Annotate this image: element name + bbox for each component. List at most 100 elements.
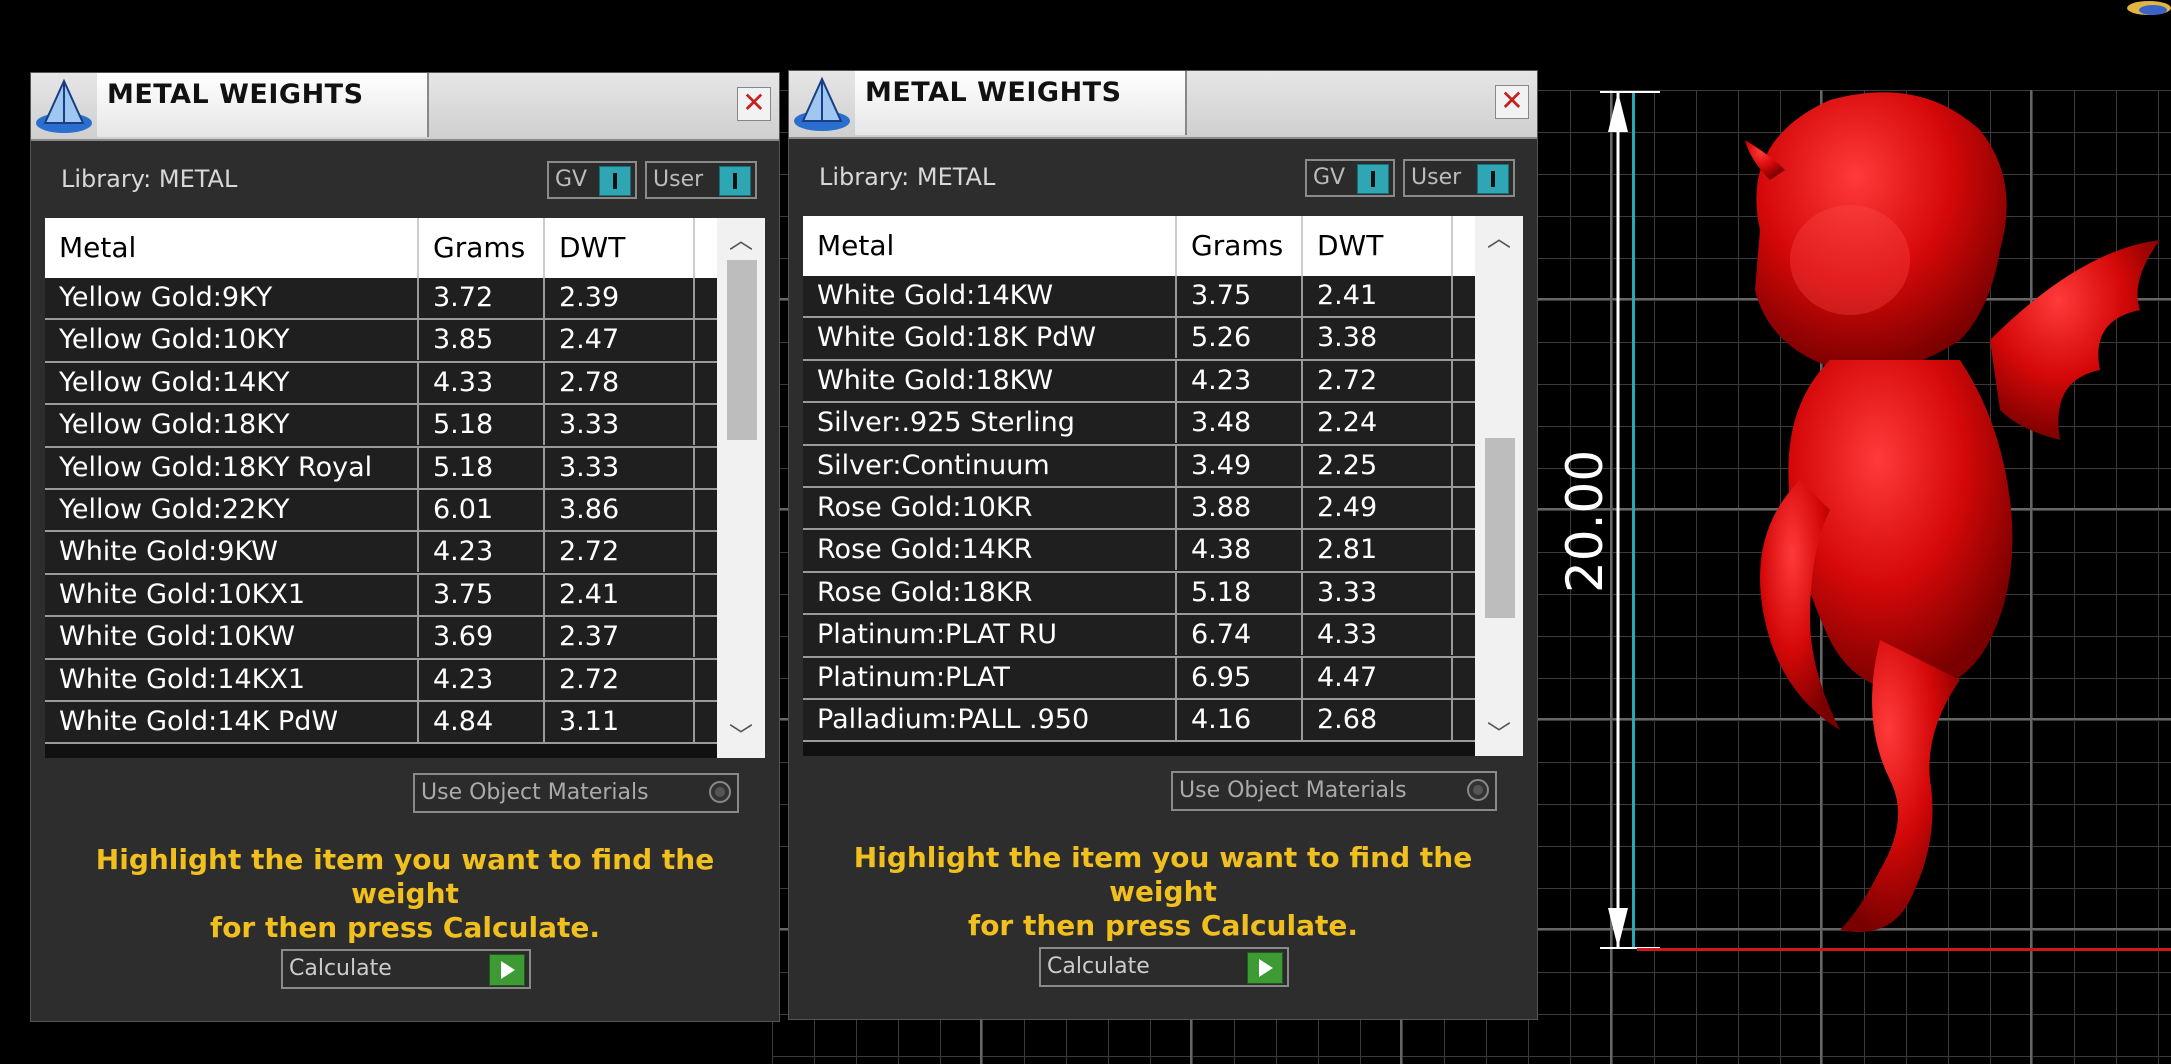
gv-toggle[interactable]: GV <box>1305 159 1395 197</box>
column-header-dwt[interactable]: DWT <box>545 218 695 278</box>
metal-cell: Rose Gold:18KR <box>803 572 1177 613</box>
column-header-grams[interactable]: Grams <box>1177 216 1303 276</box>
instruction-line-1: Highlight the item you want to find the … <box>853 841 1473 908</box>
metal-cell: Rose Gold:10KR <box>803 487 1177 528</box>
user-toggle[interactable]: User <box>645 161 757 199</box>
table-row[interactable]: White Gold:10KW 3.69 2.37 <box>45 617 717 660</box>
table-row[interactable]: Rose Gold:18KR 5.18 3.33 <box>803 572 1475 616</box>
grams-cell: 4.84 <box>419 701 545 742</box>
table-row[interactable]: Platinum:PLAT 6.95 4.47 <box>803 657 1475 700</box>
dwt-cell: 2.39 <box>545 278 695 318</box>
table-row[interactable]: Platinum:PLAT RU 6.74 4.33 <box>803 615 1475 658</box>
play-icon[interactable] <box>489 954 525 986</box>
table-row[interactable]: White Gold:18KW 4.23 2.72 <box>803 360 1475 404</box>
chevron-down-icon[interactable]: ﹀ <box>1475 714 1523 754</box>
gv-toggle[interactable]: GV <box>547 161 637 199</box>
titlebar[interactable]: METAL WEIGHTS ✕ <box>789 71 1537 139</box>
grams-cell: 4.23 <box>419 532 545 573</box>
radio-icon[interactable] <box>709 781 731 803</box>
column-header-dwt[interactable]: DWT <box>1303 216 1453 276</box>
toggle-switch-icon <box>1357 164 1389 194</box>
grams-cell: 6.74 <box>1177 615 1303 656</box>
grams-cell: 5.18 <box>1177 572 1303 613</box>
metal-cell: Platinum:PLAT RU <box>803 615 1177 656</box>
metal-weights-panel-2: METAL WEIGHTS ✕ Library: METAL GV User M… <box>788 70 1538 1020</box>
table-row[interactable]: Palladium:PALL .950 4.16 2.68 <box>803 699 1475 743</box>
use-object-materials-option[interactable]: Use Object Materials <box>413 773 739 813</box>
calculate-button[interactable]: Calculate <box>1039 947 1289 987</box>
column-header-metal[interactable]: Metal <box>45 218 419 278</box>
metal-cell: White Gold:10KW <box>45 617 419 658</box>
flask-icon <box>794 76 850 131</box>
metal-cell: Yellow Gold:10KY <box>45 320 419 361</box>
cherub-model[interactable] <box>1660 80 2171 960</box>
metal-cell: Palladium:PALL .950 <box>803 699 1177 740</box>
grams-cell: 6.95 <box>1177 657 1303 698</box>
grams-cell: 4.33 <box>419 362 545 403</box>
dwt-cell: 3.11 <box>545 701 695 742</box>
radio-icon[interactable] <box>1467 779 1489 801</box>
instruction-text: Highlight the item you want to find the … <box>51 843 759 945</box>
chevron-down-icon[interactable]: ﹀ <box>717 716 765 756</box>
table-row[interactable]: White Gold:14K PdW 4.84 3.11 <box>45 701 717 745</box>
table-row[interactable]: White Gold:10KX1 3.75 2.41 <box>45 574 717 618</box>
table-row[interactable]: Silver:Continuum 3.49 2.25 <box>803 445 1475 488</box>
table-row[interactable]: Silver:.925 Sterling 3.48 2.24 <box>803 403 1475 446</box>
calculate-label: Calculate <box>1047 954 1150 979</box>
table-row[interactable]: White Gold:9KW 4.23 2.72 <box>45 532 717 575</box>
instruction-line-1: Highlight the item you want to find the … <box>95 843 715 910</box>
metal-cell: Rose Gold:14KR <box>803 530 1177 571</box>
table-row[interactable]: Yellow Gold:14KY 4.33 2.78 <box>45 362 717 406</box>
dwt-cell: 2.41 <box>545 574 695 615</box>
metal-table: Metal Grams DWT White Gold:14KW 3.75 2.41 … <box>803 216 1523 756</box>
table-body[interactable]: White Gold:14KW 3.75 2.41 White Gold:18K P… <box>803 276 1475 756</box>
table-row[interactable]: White Gold:14KX1 4.23 2.72 <box>45 659 717 702</box>
use-object-materials-label: Use Object Materials <box>421 780 649 805</box>
table-row[interactable]: Yellow Gold:9KY 3.72 2.39 <box>45 278 717 321</box>
gv-toggle-label: GV <box>555 167 588 192</box>
gv-toggle-label: GV <box>1313 165 1346 190</box>
calculate-button[interactable]: Calculate <box>281 949 531 989</box>
table-row[interactable]: Yellow Gold:18KY 5.18 3.33 <box>45 405 717 448</box>
instruction-line-2: for then press Calculate. <box>968 909 1358 942</box>
table-row[interactable]: Yellow Gold:18KY Royal 5.18 3.33 <box>45 447 717 490</box>
close-button[interactable]: ✕ <box>1495 85 1529 119</box>
table-row[interactable]: Yellow Gold:22KY 6.01 3.86 <box>45 489 717 533</box>
dwt-cell: 2.24 <box>1303 403 1453 444</box>
scrollbar-thumb[interactable] <box>1485 438 1515 618</box>
toggle-switch-icon <box>599 166 631 196</box>
close-button[interactable]: ✕ <box>737 87 771 121</box>
titlebar[interactable]: METAL WEIGHTS ✕ <box>31 73 779 141</box>
table-row[interactable]: Rose Gold:10KR 3.88 2.49 <box>803 487 1475 531</box>
chevron-up-icon[interactable]: ︿ <box>717 220 765 260</box>
metal-cell: Yellow Gold:22KY <box>45 489 419 530</box>
scrollbar-thumb[interactable] <box>727 260 757 440</box>
metal-cell: White Gold:10KX1 <box>45 574 419 615</box>
metal-cell: White Gold:9KW <box>45 532 419 573</box>
table-row[interactable]: Rose Gold:14KR 4.38 2.81 <box>803 530 1475 573</box>
column-header-grams[interactable]: Grams <box>419 218 545 278</box>
chevron-up-icon[interactable]: ︿ <box>1475 218 1523 258</box>
use-object-materials-label: Use Object Materials <box>1179 778 1407 803</box>
user-toggle[interactable]: User <box>1403 159 1515 197</box>
use-object-materials-option[interactable]: Use Object Materials <box>1171 771 1497 811</box>
table-scrollbar[interactable]: ︿ ﹀ <box>1475 216 1523 756</box>
table-scrollbar[interactable]: ︿ ﹀ <box>717 218 765 758</box>
dwt-cell: 4.47 <box>1303 657 1453 698</box>
metal-cell: White Gold:14K PdW <box>45 701 419 742</box>
table-row[interactable]: White Gold:14KW 3.75 2.41 <box>803 276 1475 319</box>
instruction-text: Highlight the item you want to find the … <box>809 841 1517 943</box>
instruction-line-2: for then press Calculate. <box>210 911 600 944</box>
dwt-cell: 2.25 <box>1303 445 1453 486</box>
table-row[interactable]: Yellow Gold:10KY 3.85 2.47 <box>45 320 717 363</box>
table-body[interactable]: Yellow Gold:9KY 3.72 2.39 Yellow Gold:10KY… <box>45 278 717 758</box>
column-header-metal[interactable]: Metal <box>803 216 1177 276</box>
grams-cell: 3.69 <box>419 617 545 658</box>
dwt-cell: 2.41 <box>1303 276 1453 316</box>
play-icon[interactable] <box>1247 952 1283 984</box>
table-row[interactable]: White Gold:18K PdW 5.26 3.38 <box>803 318 1475 361</box>
metal-cell: Yellow Gold:18KY Royal <box>45 447 419 488</box>
dwt-cell: 2.47 <box>545 320 695 361</box>
flask-icon <box>36 78 92 133</box>
dwt-cell: 2.37 <box>545 617 695 658</box>
